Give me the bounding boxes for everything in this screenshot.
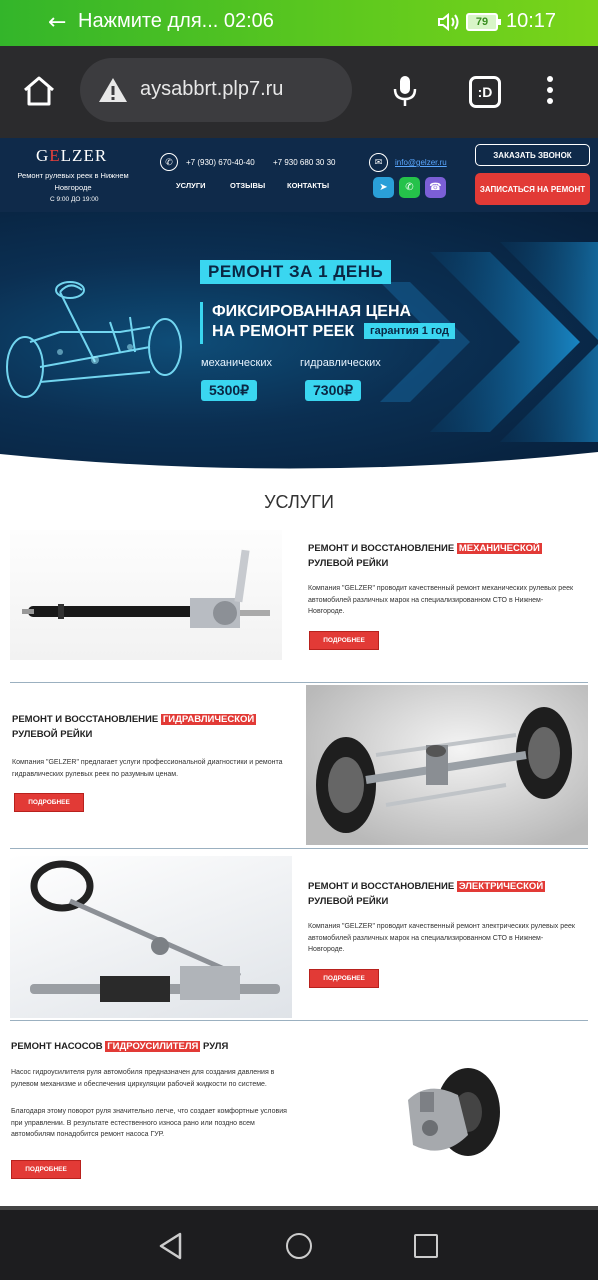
services-heading: УСЛУГИ — [264, 492, 334, 512]
nav-back-icon[interactable] — [158, 1232, 184, 1260]
email-link[interactable]: info@gelzer.ru — [395, 158, 447, 167]
battery-icon: 79 — [466, 13, 501, 31]
hydraulic-chassis-photo — [306, 685, 588, 845]
divider — [10, 1020, 588, 1021]
home-icon[interactable] — [22, 74, 56, 108]
book-repair-button[interactable]: ЗАПИСАТЬСЯ НА РЕМОНТ — [475, 173, 590, 205]
logo[interactable]: GELZER — [36, 146, 107, 166]
service-pump-text-2: Благодаря этому поворот руля значительно… — [11, 1108, 287, 1138]
whatsapp-icon[interactable]: ✆ — [399, 177, 420, 198]
telegram-icon[interactable]: ➤ — [373, 177, 394, 198]
guarantee-badge: гарантия 1 год — [364, 323, 455, 339]
mechanical-price: 5300₽ — [201, 380, 258, 401]
accent-bar — [200, 302, 203, 344]
nav-home-icon[interactable] — [286, 1233, 312, 1259]
service-mechanical-title: РЕМОНТ И ВОССТАНОВЛЕНИЕ МЕХАНИЧЕСКОЙ РУЛЕ… — [308, 543, 542, 569]
electric-more-button[interactable]: ПОДРОБНЕЕ — [309, 969, 379, 988]
viber-icon[interactable]: ☎ — [425, 177, 446, 198]
warning-icon[interactable] — [98, 77, 128, 103]
service-pump-title: РЕМОНТ НАСОСОВ ГИДРОУСИЛИТЕЛЯ РУЛЯ — [11, 1041, 229, 1052]
nav-services[interactable]: УСЛУГИ — [176, 181, 205, 190]
mechanical-more-button[interactable]: ПОДРОБНЕЕ — [309, 631, 379, 650]
phone-link-1[interactable]: +7 (930) 670-40-40 — [186, 158, 255, 167]
notification-text[interactable]: Нажмите для... 02:06 — [78, 10, 274, 33]
browser-toolbar: aysabbrt.plp7.ru :D — [0, 46, 598, 138]
phone-link-2[interactable]: +7 930 680 30 30 — [273, 158, 336, 167]
service-mechanical-text: Компания "GELZER" проводит качественный … — [308, 585, 574, 615]
address-bar[interactable]: aysabbrt.plp7.ru — [80, 58, 352, 122]
phone-icon: ✆ — [160, 153, 178, 171]
hydraulic-more-button[interactable]: ПОДРОБНЕЕ — [14, 793, 84, 812]
working-hours: С 9:00 ДО 19:00 — [50, 196, 99, 203]
service-electric-text: Компания "GELZER" проводит качественный … — [308, 923, 575, 953]
clock: 10:17 — [506, 10, 557, 32]
tabs-icon[interactable]: :D — [469, 76, 501, 108]
hydraulic-price: 7300₽ — [305, 380, 362, 401]
system-nav-bar — [0, 1210, 598, 1280]
service-hydraulic-text: Компания "GELZER" предлагает услуги проф… — [12, 759, 283, 778]
hero-banner: РЕМОНТ ЗА 1 ДЕНЬ ФИКСИРОВАННАЯ ЦЕНА НА Р… — [0, 212, 598, 472]
hydraulic-label: гидравлических — [300, 357, 381, 369]
pump-more-button[interactable]: ПОДРОБНЕЕ — [11, 1160, 81, 1179]
one-day-badge: РЕМОНТ ЗА 1 ДЕНЬ — [200, 260, 392, 284]
mechanical-label: механических — [201, 357, 272, 369]
chassis-image — [6, 281, 182, 398]
tagline: Ремонт рулевых реек в Нижнем Новгороде — [17, 171, 129, 192]
electric-rack-photo — [10, 856, 292, 1018]
divider — [10, 682, 588, 683]
menu-icon[interactable] — [544, 76, 556, 108]
divider — [10, 848, 588, 849]
mail-icon: ✉ — [369, 153, 388, 172]
order-call-button[interactable]: ЗАКАЗАТЬ ЗВОНОК — [475, 144, 590, 166]
service-electric-title: РЕМОНТ И ВОССТАНОВЛЕНИЕ ЭЛЕКТРИЧЕСКОЙ РУЛ… — [308, 881, 546, 907]
nav-reviews[interactable]: ОТЗЫВЫ — [230, 181, 265, 190]
mechanical-rack-photo — [10, 530, 282, 660]
url-text[interactable]: aysabbrt.plp7.ru — [140, 78, 283, 101]
service-pump-text: Насос гидроусилителя руля автомобиля пре… — [11, 1069, 275, 1088]
site-header: GELZER Ремонт рулевых реек в Нижнем Новг… — [0, 138, 598, 212]
back-arrow-icon[interactable]: ← — [48, 10, 66, 35]
pump-photo — [300, 1030, 588, 1200]
status-bar: ← Нажмите для... 02:06 79 10:17 — [0, 0, 598, 46]
volume-icon — [438, 12, 459, 32]
nav-recent-icon[interactable] — [414, 1234, 438, 1258]
hero-curve — [0, 452, 598, 472]
nav-contacts[interactable]: КОНТАКТЫ — [287, 181, 329, 190]
service-hydraulic-title: РЕМОНТ И ВОССТАНОВЛЕНИЕ ГИДРАВЛИЧЕСКОЙ РУ… — [12, 714, 257, 740]
mic-icon[interactable] — [392, 74, 418, 108]
